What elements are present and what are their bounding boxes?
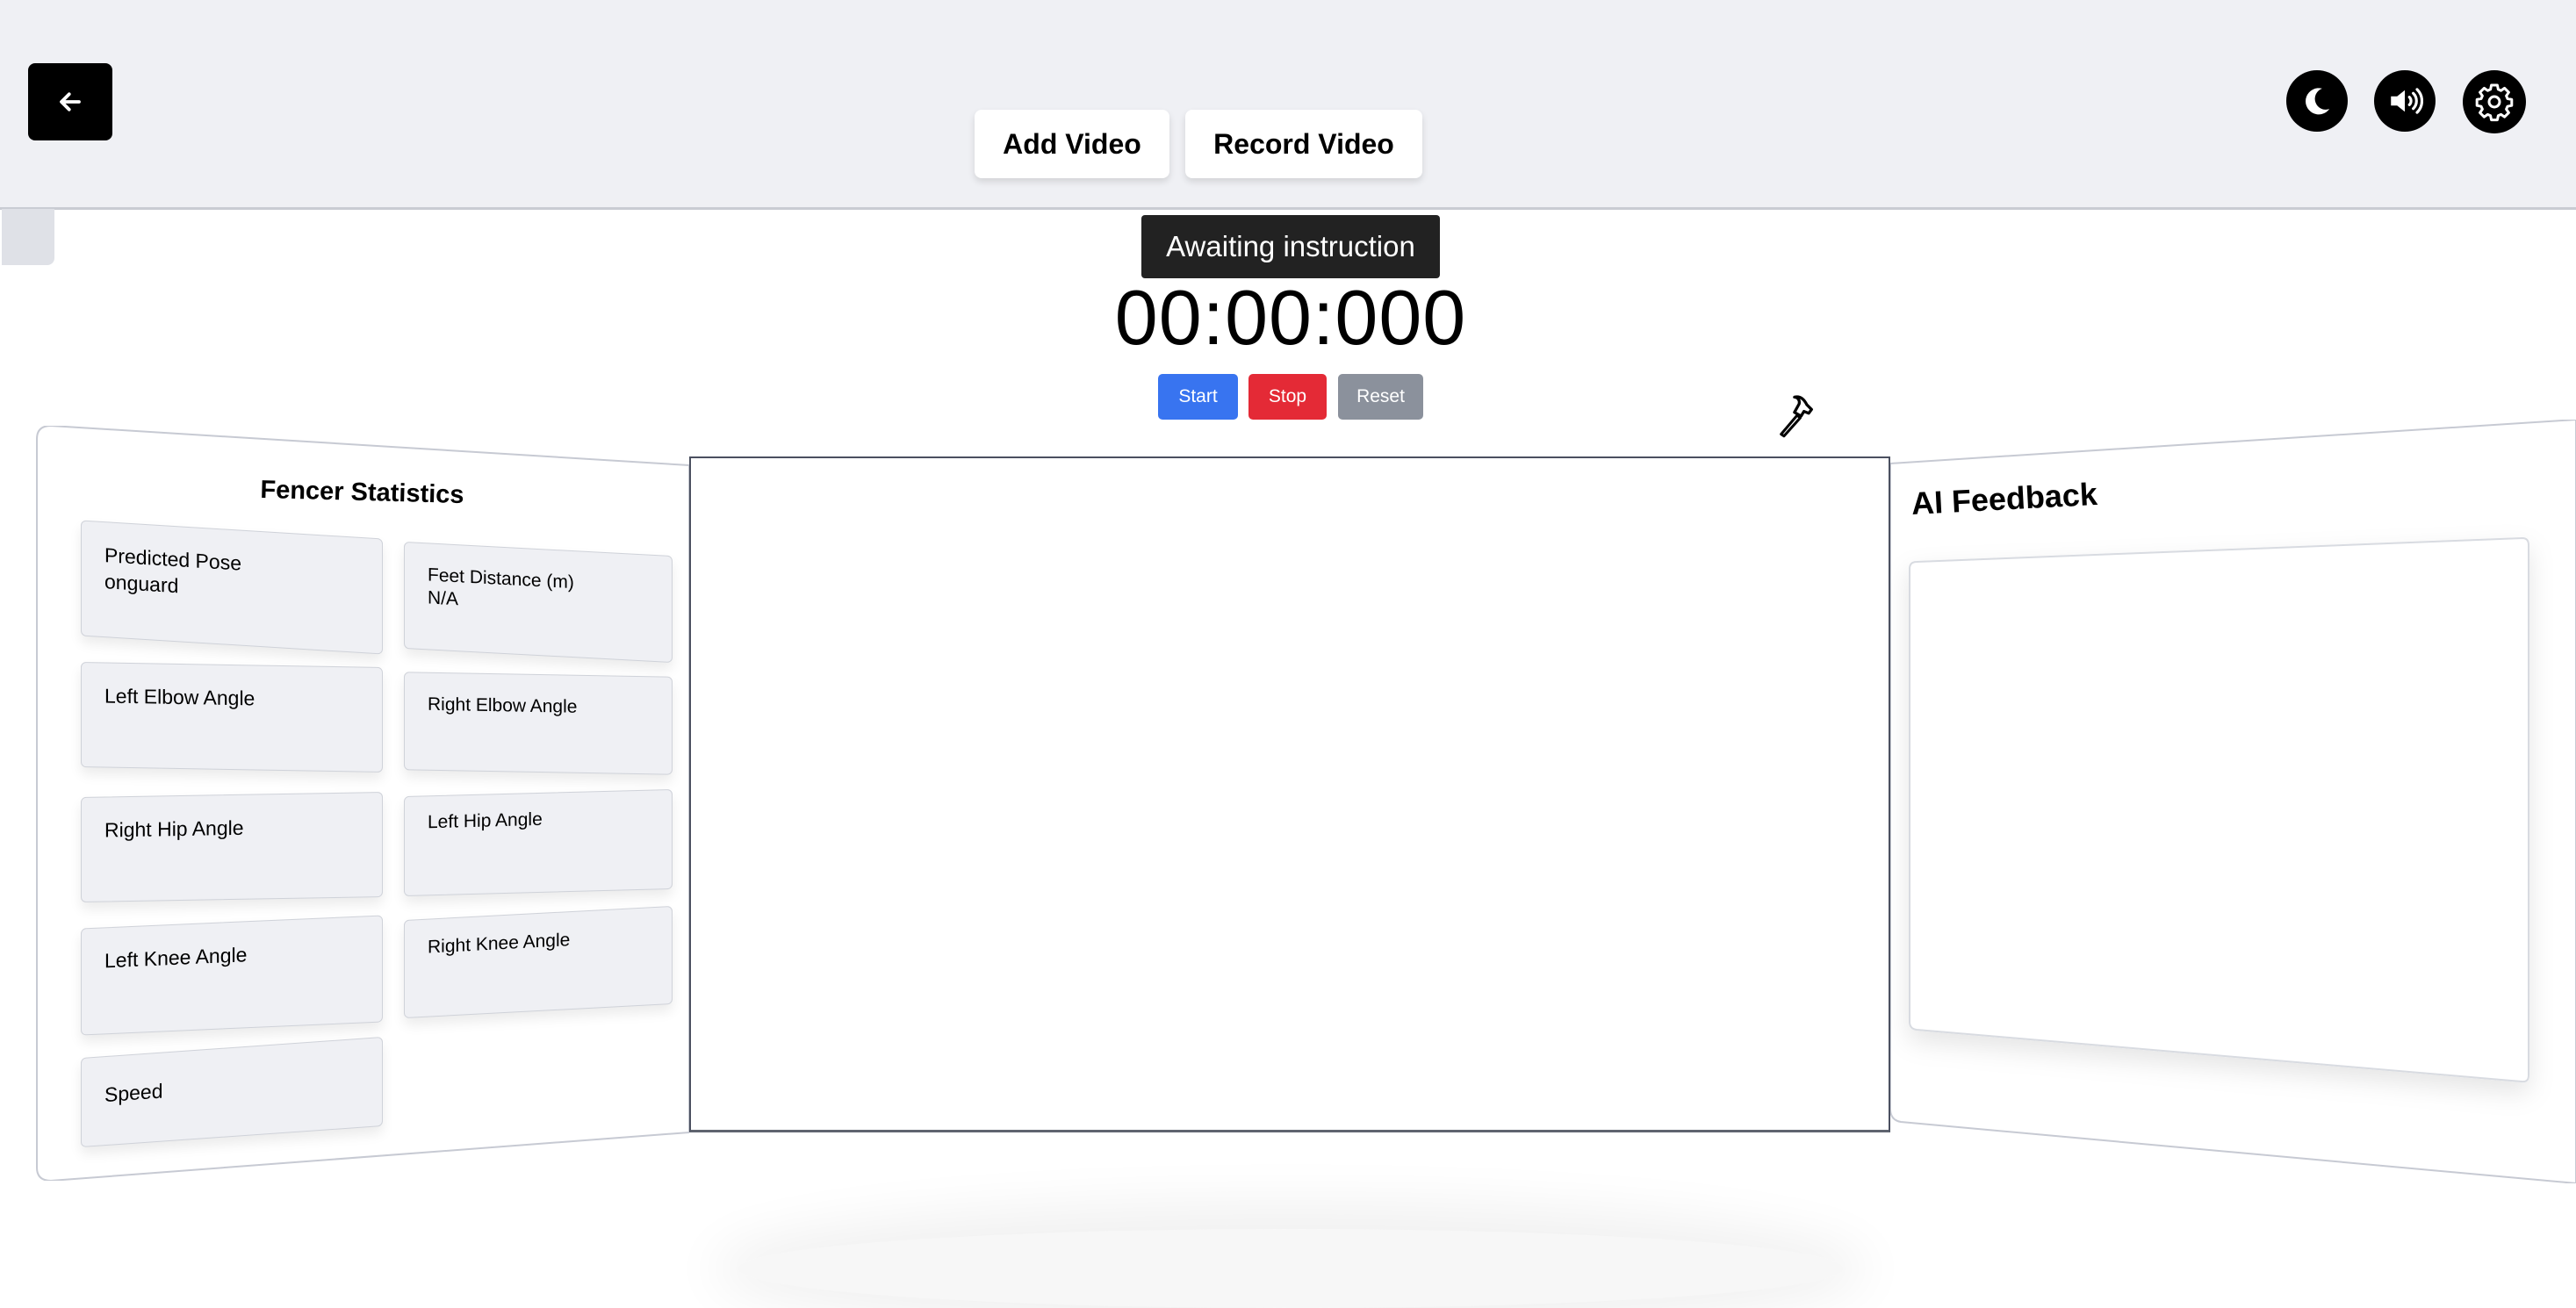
stat-card-right-elbow-angle: Right Elbow Angle: [404, 672, 673, 775]
hammer-icon[interactable]: [1772, 393, 1821, 439]
stat-label: Speed: [104, 1079, 163, 1107]
dark-mode-toggle[interactable]: [2286, 70, 2348, 132]
stat-label: Left Knee Angle: [104, 943, 248, 973]
add-video-button[interactable]: Add Video: [975, 110, 1169, 178]
stat-label: Left Elbow Angle: [104, 684, 255, 710]
stat-label: Right Elbow Angle: [428, 694, 578, 717]
stat-card-right-knee-angle: Right Knee Angle: [404, 905, 673, 1019]
stat-label: Left Hip Angle: [428, 809, 543, 833]
video-display[interactable]: [689, 456, 1890, 1132]
top-bar: Add Video Record Video: [0, 0, 2576, 210]
gear-icon: [2475, 83, 2514, 122]
feedback-content-box: [1909, 536, 2529, 1083]
stat-card-predicted-pose: Predicted Pose onguard: [81, 520, 383, 655]
back-button[interactable]: [28, 63, 112, 140]
timer-display: 00:00:000: [1114, 274, 1467, 361]
stat-value: N/A: [428, 587, 459, 610]
ai-feedback-panel: AI Feedback: [1890, 420, 2576, 1183]
stat-card-feet-distance: Feet Distance (m) N/A: [404, 541, 673, 664]
start-button[interactable]: Start: [1158, 374, 1238, 420]
fencer-statistics-panel: Fencer Statistics Predicted Pose onguard…: [35, 426, 689, 1181]
side-tab[interactable]: [2, 209, 54, 265]
stat-card-left-knee-angle: Left Knee Angle: [81, 915, 383, 1036]
stop-button[interactable]: Stop: [1248, 374, 1327, 420]
sound-toggle[interactable]: [2374, 70, 2436, 132]
stat-card-left-hip-angle: Left Hip Angle: [404, 788, 673, 897]
stat-value: onguard: [104, 570, 179, 598]
bottom-shadow: [738, 1229, 1844, 1308]
status-message: Awaiting instruction: [1141, 215, 1440, 278]
reset-button[interactable]: Reset: [1338, 374, 1423, 420]
speaker-volume-icon: [2391, 88, 2423, 114]
stat-label: Right Hip Angle: [104, 816, 244, 842]
moon-icon: [2306, 88, 2330, 115]
stat-label: Right Knee Angle: [428, 930, 571, 958]
stat-card-right-hip-angle: Right Hip Angle: [81, 791, 383, 903]
stat-card-left-elbow-angle: Left Elbow Angle: [81, 661, 383, 773]
record-video-button[interactable]: Record Video: [1185, 110, 1422, 178]
settings-button[interactable]: [2463, 70, 2526, 133]
arrow-left-icon: [60, 92, 81, 111]
